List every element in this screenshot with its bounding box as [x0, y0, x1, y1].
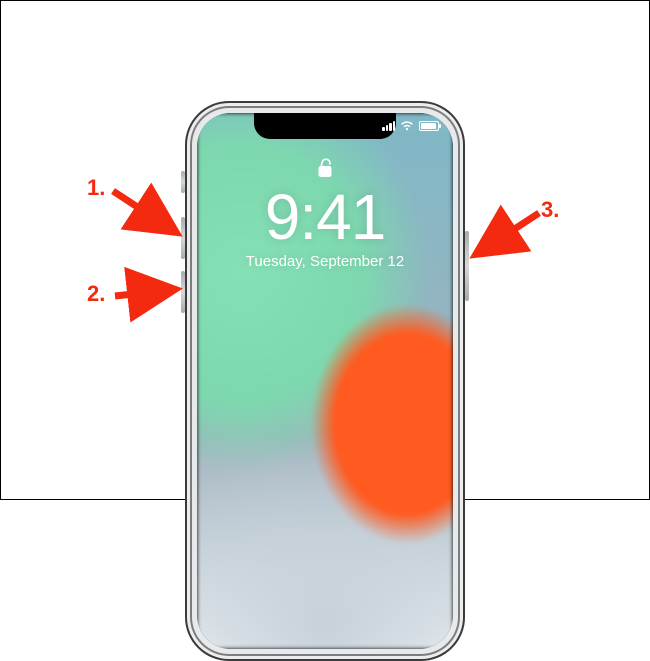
status-bar	[197, 121, 453, 137]
cellular-signal-icon	[382, 121, 395, 131]
iphone-frame: 9:41 Tuesday, September 12	[185, 101, 465, 661]
status-right	[382, 121, 439, 131]
callout-3-arrow-icon	[469, 209, 545, 259]
callout-2-label: 2.	[87, 281, 105, 307]
lock-date: Tuesday, September 12	[197, 253, 453, 270]
lock-time: 9:41	[197, 185, 453, 249]
phone-screen: 9:41 Tuesday, September 12	[197, 113, 453, 649]
wifi-icon	[400, 121, 414, 131]
battery-icon	[419, 121, 439, 131]
unlock-icon	[316, 157, 334, 179]
callout-1-label: 1.	[87, 175, 105, 201]
callout-1-arrow-icon	[109, 187, 185, 237]
callout-2-arrow-icon	[111, 283, 183, 303]
diagram-stage: 9:41 Tuesday, September 12 1. 2. 3.	[1, 1, 649, 499]
lock-screen-content: 9:41 Tuesday, September 12	[197, 157, 453, 270]
